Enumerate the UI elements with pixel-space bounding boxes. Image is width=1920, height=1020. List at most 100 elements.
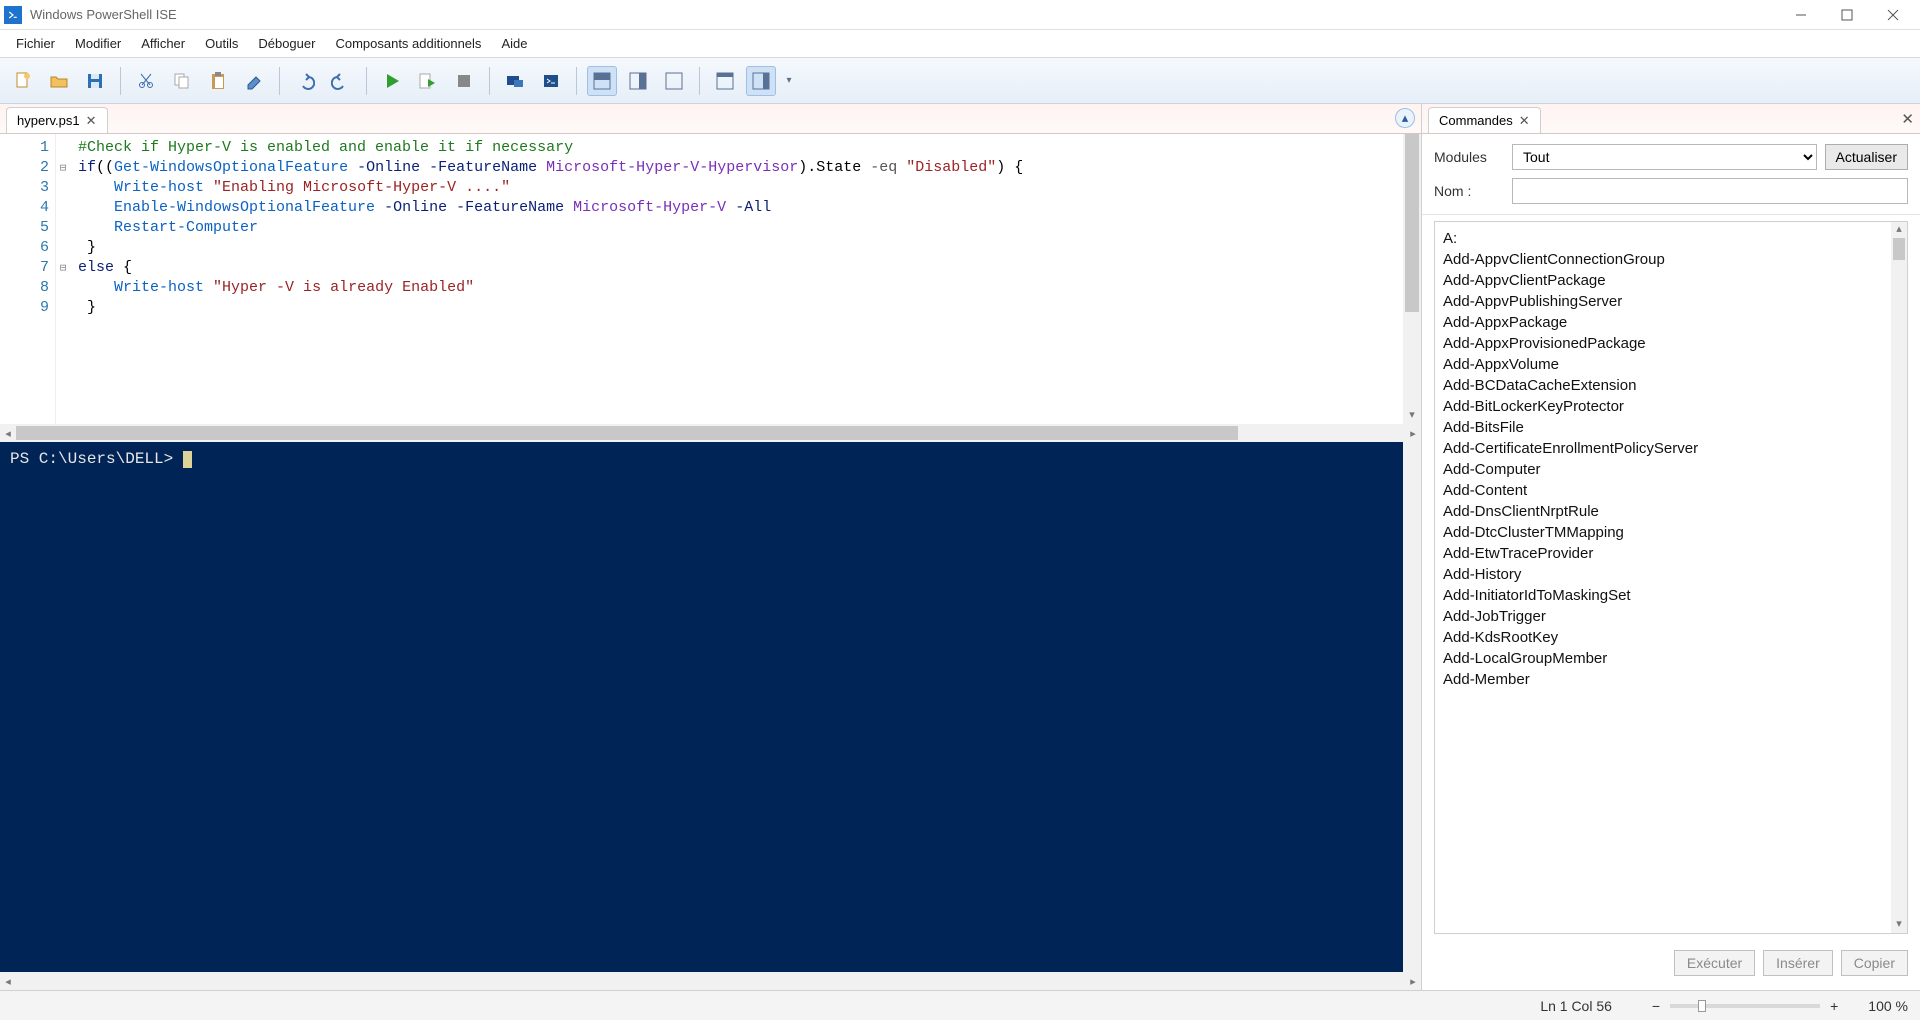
toolbar-separator (489, 67, 490, 95)
editor-vertical-scrollbar[interactable]: ▴ ▾ (1403, 134, 1421, 424)
insert-button[interactable]: Insérer (1763, 950, 1833, 976)
list-item[interactable]: Add-DnsClientNrptRule (1443, 501, 1883, 522)
list-item[interactable]: Add-AppxProvisionedPackage (1443, 333, 1883, 354)
menu-composants-additionnels[interactable]: Composants additionnels (325, 32, 491, 55)
scroll-right-icon[interactable]: ▸ (1405, 427, 1421, 440)
new-pshost-icon[interactable] (536, 66, 566, 96)
open-file-icon[interactable] (44, 66, 74, 96)
list-item[interactable]: Add-BitLockerKeyProtector (1443, 396, 1883, 417)
remote-pshost-icon[interactable] (500, 66, 530, 96)
refresh-button[interactable]: Actualiser (1825, 144, 1908, 170)
modules-select[interactable]: Tout (1512, 144, 1817, 170)
list-item[interactable]: Add-EtwTraceProvider (1443, 543, 1883, 564)
zoom-in-icon[interactable]: + (1830, 998, 1838, 1014)
slider-knob[interactable] (1698, 1000, 1706, 1012)
menu-modifier[interactable]: Modifier (65, 32, 131, 55)
menu-fichier[interactable]: Fichier (6, 32, 65, 55)
editor-horizontal-scrollbar[interactable]: ◂ ▸ (0, 424, 1421, 442)
close-tab-icon[interactable]: ✕ (1519, 113, 1530, 129)
scroll-thumb[interactable] (1405, 134, 1419, 312)
console-horizontal-scrollbar[interactable]: ◂ ▸ (0, 972, 1421, 990)
toggle-tool-window-icon[interactable] (710, 66, 740, 96)
scroll-left-icon[interactable]: ◂ (0, 427, 16, 440)
list-item[interactable]: Add-LocalGroupMember (1443, 648, 1883, 669)
list-item[interactable]: Add-CertificateEnrollmentPolicyServer (1443, 438, 1883, 459)
list-item[interactable]: Add-History (1443, 564, 1883, 585)
list-item[interactable]: Add-BCDataCacheExtension (1443, 375, 1883, 396)
run-icon[interactable] (377, 66, 407, 96)
modules-label: Modules (1434, 149, 1504, 165)
toolbar-overflow-icon[interactable]: ▾ (782, 75, 796, 86)
stop-icon[interactable] (449, 66, 479, 96)
scroll-left-icon[interactable]: ◂ (0, 975, 16, 988)
save-icon[interactable] (80, 66, 110, 96)
cut-icon[interactable] (131, 66, 161, 96)
layout-script-right-icon[interactable] (623, 66, 653, 96)
list-item[interactable]: Add-KdsRootKey (1443, 627, 1883, 648)
collapse-script-pane-icon[interactable]: ▴ (1395, 108, 1415, 128)
app-icon (4, 6, 22, 24)
paste-icon[interactable] (203, 66, 233, 96)
statusbar: Ln 1 Col 56 − + 100 % (0, 990, 1920, 1020)
window-title: Windows PowerShell ISE (30, 7, 1778, 22)
close-panel-icon[interactable]: ✕ (1901, 110, 1914, 128)
redo-icon[interactable] (326, 66, 356, 96)
toggle-command-addon-icon[interactable] (746, 66, 776, 96)
zoom-value: 100 % (1868, 998, 1908, 1014)
cursor-position: Ln 1 Col 56 (1540, 998, 1612, 1014)
console-pane[interactable]: PS C:\Users\DELL> (0, 442, 1421, 972)
list-item[interactable]: Add-AppvPublishingServer (1443, 291, 1883, 312)
new-file-icon[interactable] (8, 66, 38, 96)
name-label: Nom : (1434, 183, 1504, 199)
close-tab-icon[interactable]: ✕ (86, 113, 97, 129)
scroll-down-icon[interactable]: ▾ (1891, 917, 1907, 933)
clear-icon[interactable] (239, 66, 269, 96)
tab-hyperv[interactable]: hyperv.ps1 ✕ (6, 107, 108, 133)
scroll-up-icon[interactable]: ▴ (1891, 222, 1907, 238)
list-item[interactable]: Add-BitsFile (1443, 417, 1883, 438)
scroll-thumb[interactable] (16, 426, 1238, 440)
menu-déboguer[interactable]: Déboguer (248, 32, 325, 55)
scroll-down-icon[interactable]: ▾ (1403, 408, 1421, 424)
list-item[interactable]: A: (1443, 228, 1883, 249)
list-item[interactable]: Add-DtcClusterTMMapping (1443, 522, 1883, 543)
list-item[interactable]: Add-AppvClientConnectionGroup (1443, 249, 1883, 270)
list-item[interactable]: Add-Member (1443, 669, 1883, 690)
close-window-button[interactable] (1870, 0, 1916, 30)
menu-outils[interactable]: Outils (195, 32, 248, 55)
list-item[interactable]: Add-Computer (1443, 459, 1883, 480)
toolbar-separator (120, 67, 121, 95)
copy-button[interactable]: Copier (1841, 950, 1908, 976)
list-item[interactable]: Add-AppxPackage (1443, 312, 1883, 333)
run-selection-icon[interactable] (413, 66, 443, 96)
name-input[interactable] (1512, 178, 1908, 204)
tab-commandes[interactable]: Commandes ✕ (1428, 107, 1541, 133)
menu-afficher[interactable]: Afficher (131, 32, 195, 55)
maximize-button[interactable] (1824, 0, 1870, 30)
script-editor[interactable]: 123456789 ⊟⊟ #Check if Hyper-V is enable… (0, 134, 1421, 424)
list-item[interactable]: Add-JobTrigger (1443, 606, 1883, 627)
list-item[interactable]: Add-AppvClientPackage (1443, 270, 1883, 291)
console-vertical-scrollbar[interactable] (1403, 442, 1421, 972)
layout-script-max-icon[interactable] (659, 66, 689, 96)
commands-list[interactable]: A:Add-AppvClientConnectionGroupAdd-AppvC… (1434, 221, 1908, 934)
undo-icon[interactable] (290, 66, 320, 96)
minimize-button[interactable] (1778, 0, 1824, 30)
zoom-out-icon[interactable]: − (1652, 998, 1660, 1014)
line-gutter: 123456789 (0, 134, 56, 424)
toolbar-separator (576, 67, 577, 95)
list-item[interactable]: Add-InitiatorIdToMaskingSet (1443, 585, 1883, 606)
list-item[interactable]: Add-AppxVolume (1443, 354, 1883, 375)
code-area[interactable]: #Check if Hyper-V is enabled and enable … (56, 134, 1403, 424)
scroll-thumb[interactable] (1893, 238, 1905, 260)
layout-script-top-icon[interactable] (587, 66, 617, 96)
zoom-slider[interactable] (1670, 1004, 1820, 1008)
commands-scrollbar[interactable]: ▴ ▾ (1891, 222, 1907, 933)
copy-icon[interactable] (167, 66, 197, 96)
toolbar-separator (366, 67, 367, 95)
list-item[interactable]: Add-Content (1443, 480, 1883, 501)
scroll-right-icon[interactable]: ▸ (1405, 975, 1421, 988)
execute-button[interactable]: Exécuter (1674, 950, 1755, 976)
menubar: FichierModifierAfficherOutilsDéboguerCom… (0, 30, 1920, 58)
menu-aide[interactable]: Aide (491, 32, 537, 55)
